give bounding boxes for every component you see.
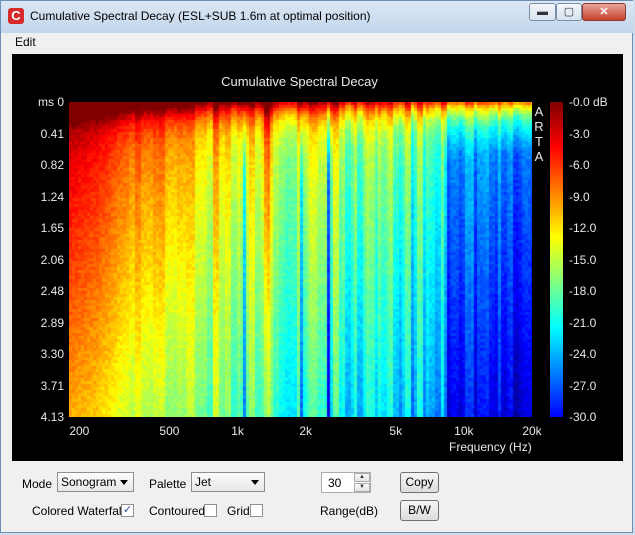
palette-select[interactable]: Jet xyxy=(191,472,265,492)
y-tick-label: 4.13 xyxy=(40,410,64,424)
colorbar-tick-label: -30.0 xyxy=(569,410,597,424)
y-tick-label: ms 0 xyxy=(37,95,64,109)
maximize-button[interactable]: ▢ xyxy=(556,3,582,21)
range-value: 30 xyxy=(328,476,342,490)
csd-plot-panel: Cumulative Spectral Decay ms 0 0.41 0.82 1.… xyxy=(12,54,623,461)
colorbar-tick-label: -3.0 xyxy=(569,126,590,141)
mode-label: Mode xyxy=(22,477,53,491)
colorbar-tick-label: -12.0 xyxy=(569,221,597,235)
colorbar-tick-label: -9.0 xyxy=(569,189,590,204)
bw-button[interactable]: B/W xyxy=(400,500,439,521)
app-icon: C xyxy=(8,8,24,24)
window-title: Cumulative Spectral Decay (ESL+SUB 1.6m … xyxy=(30,9,371,23)
mode-select-value: Sonogram xyxy=(61,475,117,489)
colorbar-tick-label: -24.0 xyxy=(569,347,597,361)
palette-label: Palette xyxy=(149,477,187,491)
contoured-checkbox[interactable] xyxy=(204,504,217,517)
palette-select-value: Jet xyxy=(195,475,212,489)
chevron-down-icon xyxy=(251,480,259,485)
contoured-label: Contoured xyxy=(149,504,206,518)
colorbar-tick-label: -18.0 xyxy=(569,284,597,298)
spin-up-button[interactable]: ▲ xyxy=(354,473,370,482)
grid-checkbox[interactable] xyxy=(250,504,263,517)
colorbar-tick-label: -21.0 xyxy=(569,315,597,330)
range-spinner[interactable]: 30 ▲ ▼ xyxy=(321,472,371,493)
y-tick-label: 2.06 xyxy=(40,252,64,267)
copy-button[interactable]: Copy xyxy=(400,472,439,493)
mode-select[interactable]: Sonogram xyxy=(57,472,134,492)
range-label: Range(dB) xyxy=(320,504,379,518)
menu-edit[interactable]: Edit xyxy=(15,35,36,49)
y-tick-label: 1.24 xyxy=(40,189,64,204)
arta-letter: R xyxy=(534,119,544,134)
x-tick-label: 5k xyxy=(389,424,403,438)
y-tick-label: 2.48 xyxy=(40,284,64,298)
x-axis-title: Frequency (Hz) xyxy=(449,440,532,454)
x-tick-label: 20k xyxy=(522,424,542,438)
x-tick-label: 200 xyxy=(69,424,90,438)
y-tick-label: 0.82 xyxy=(40,158,64,172)
colored-waterfall-label: Colored Waterfall xyxy=(32,504,125,518)
chevron-down-icon xyxy=(120,480,128,485)
spectral-decay-heatmap xyxy=(69,102,532,417)
y-tick-label: 3.71 xyxy=(40,378,64,393)
x-tick-label: 500 xyxy=(159,424,180,438)
arta-letter: A xyxy=(534,104,544,119)
main-window: C Cumulative Spectral Decay (ESL+SUB 1.6… xyxy=(0,0,634,533)
colorbar-tick-label: -6.0 xyxy=(569,158,590,172)
colorbar-tick-label: -27.0 xyxy=(569,378,597,393)
arta-letter: A xyxy=(534,149,544,164)
x-tick-label: 10k xyxy=(454,424,474,438)
y-tick-label: 2.89 xyxy=(40,315,64,330)
arta-letter: T xyxy=(535,134,543,149)
y-tick-label: 3.30 xyxy=(40,347,64,361)
y-tick-label: 1.65 xyxy=(40,221,64,235)
colorbar-tick-label: -15.0 xyxy=(569,252,597,267)
spin-down-button[interactable]: ▼ xyxy=(354,483,370,492)
close-button[interactable]: ✕ xyxy=(582,3,626,21)
x-tick-label: 2k xyxy=(299,424,313,438)
menu-bar: Edit xyxy=(1,33,632,51)
check-icon: ✓ xyxy=(122,504,133,516)
colorbar xyxy=(550,102,563,417)
title-bar[interactable]: C Cumulative Spectral Decay (ESL+SUB 1.6… xyxy=(1,1,634,33)
y-tick-label: 0.41 xyxy=(40,126,64,141)
x-tick-label: 1k xyxy=(231,424,244,438)
grid-label: Grid xyxy=(227,504,250,518)
colorbar-tick-label: -0.0 dB xyxy=(569,95,608,109)
colored-waterfall-checkbox[interactable]: ✓ xyxy=(121,504,134,517)
chart-title: Cumulative Spectral Decay xyxy=(221,74,378,89)
minimize-button[interactable]: ▬ xyxy=(529,3,556,21)
